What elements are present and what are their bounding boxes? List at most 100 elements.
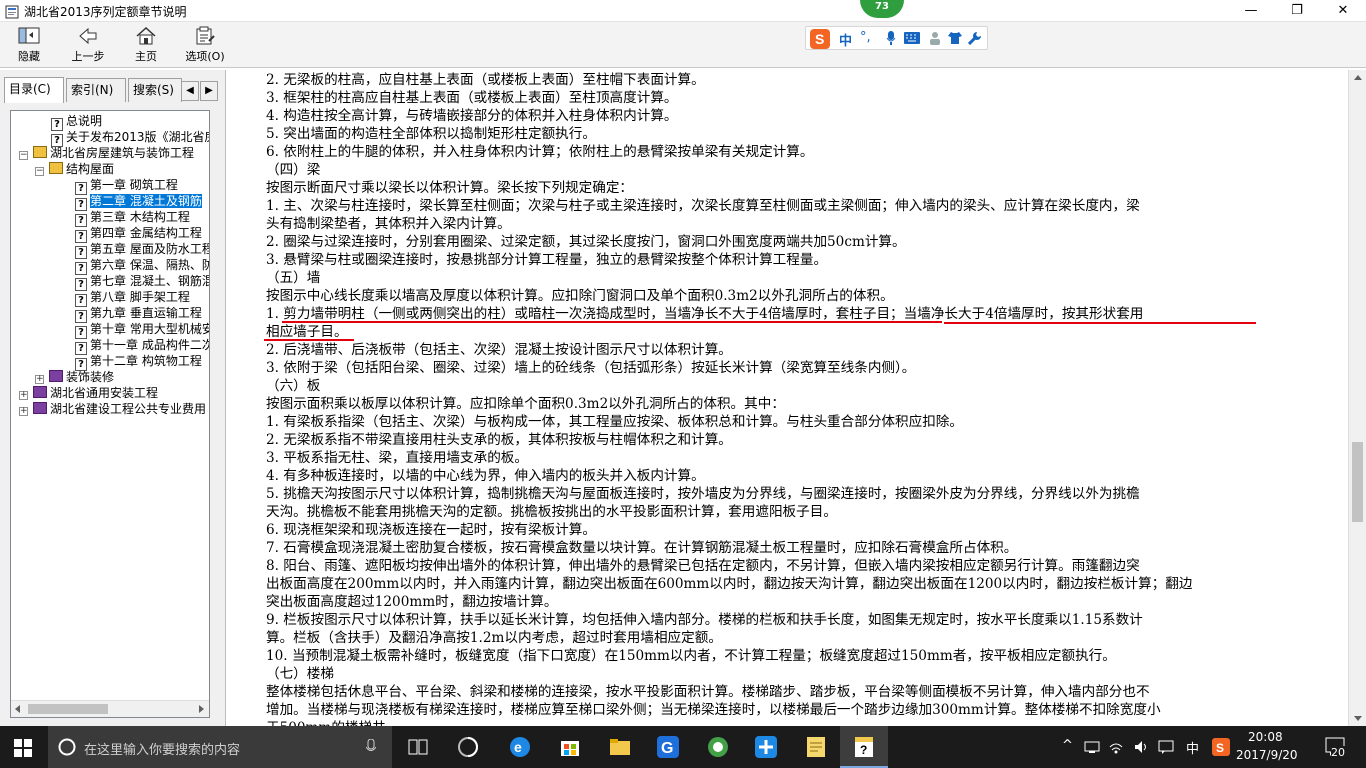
tab-scroll-right-icon[interactable]: ▶ <box>200 81 218 101</box>
tree-item[interactable]: ? 第十一章 成品构件二次 <box>75 337 209 355</box>
taskbar-search-box[interactable]: 在这里输入你要搜索的内容 <box>48 726 392 768</box>
options-icon <box>196 26 215 45</box>
content-line: 天沟。挑檐板不能套用挑檐天沟的定额。挑檐板按挑出的水平投影面积计算，套用遮阳板子… <box>266 504 837 520</box>
tree-item[interactable]: ? 第二章 混凝土及钢筋 <box>75 193 202 211</box>
tree-item[interactable]: + 装饰装修 <box>35 369 114 385</box>
close-button[interactable]: ✕ <box>1320 0 1366 22</box>
network-icon[interactable] <box>1084 740 1100 754</box>
microphone-icon[interactable] <box>886 31 896 45</box>
clock-date[interactable]: 2017/9/20 <box>1236 748 1298 762</box>
content-vertical-scrollbar[interactable] <box>1348 70 1366 726</box>
wrench-icon[interactable] <box>968 31 982 45</box>
scroll-up-icon[interactable] <box>1354 74 1362 82</box>
tree-item[interactable]: − 结构屋面 <box>35 161 114 177</box>
content-line: 2. 无梁板系指不带梁直接用柱头支承的板，其体积按板与柱帽体积之和计算。 <box>266 432 732 448</box>
expand-icon[interactable]: + <box>19 407 28 416</box>
tree-item[interactable]: + 湖北省通用安装工程 <box>19 385 158 401</box>
tree-item-label: 关于发布2013版《湖北省房屋 <box>66 130 209 144</box>
tree-item-label: 总说明 <box>66 114 103 128</box>
notes-app[interactable] <box>792 726 840 768</box>
windows-start-icon[interactable] <box>14 739 32 757</box>
ime-language-toggle[interactable]: 中 <box>839 30 852 49</box>
taskbar: 在这里输入你要搜索的内容 e G ? ^ 中 S 20:08 2017/9/20… <box>0 726 1366 768</box>
tree-item[interactable]: ? 总说明 <box>51 113 103 131</box>
content-line: 4. 有多种板连接时，以墙的中心线为界，伸入墙内的板头并入板内计算。 <box>266 468 705 484</box>
task-view-app[interactable] <box>394 726 442 768</box>
add-tool-app[interactable] <box>742 726 790 768</box>
ime-punctuation-icon[interactable]: °, <box>860 30 871 45</box>
input-language-indicator[interactable]: 中 <box>1186 738 1199 757</box>
tree-item[interactable]: ? 第九章 垂直运输工程 <box>75 305 202 323</box>
tree-item[interactable]: ? 第七章 混凝土、钢筋混 <box>75 273 209 291</box>
tree-item[interactable]: ? 第三章 木结构工程 <box>75 209 190 227</box>
svg-text:e: e <box>514 739 522 755</box>
hide-label: 隐藏 <box>18 50 40 63</box>
store-app[interactable] <box>546 726 594 768</box>
glodon-app[interactable]: G <box>644 726 692 768</box>
home-button[interactable]: 主页 <box>119 24 173 66</box>
microphone-icon[interactable] <box>366 739 376 755</box>
tree-item[interactable]: ? 第四章 金属结构工程 <box>75 225 202 243</box>
tab-contents[interactable]: 目录(C) <box>4 77 64 103</box>
tree-item-label: 第八章 脚手架工程 <box>90 290 190 304</box>
expand-icon[interactable]: + <box>19 391 28 400</box>
minimize-button[interactable]: — <box>1228 0 1274 22</box>
tree-item-label: 湖北省通用安装工程 <box>50 386 159 400</box>
browser-app-2[interactable] <box>694 726 742 768</box>
tray-overflow-icon[interactable]: ^ <box>1062 738 1073 753</box>
content-line: 3. 依附于梁（包括阳台梁、圈梁、过梁）墙上的砼线条（包括弧形条）按延长米计算（… <box>266 360 916 376</box>
content-line: 2. 后浇墙带、后浇板带（包括主、次梁）混凝土按设计图示尺寸以体积计算。 <box>266 342 732 358</box>
scroll-left-icon[interactable] <box>14 705 22 713</box>
content-line: 算。栏板（含扶手）及翻沿净高按1.2m以内考虑，超过时套用墙相应定额。 <box>266 630 722 646</box>
tab-index[interactable]: 索引(N) <box>66 78 126 102</box>
vertical-scroll-thumb[interactable] <box>1352 442 1363 522</box>
content-line: （五）墙 <box>266 270 321 286</box>
tab-search[interactable]: 搜索(S) <box>128 78 182 102</box>
search-placeholder: 在这里输入你要搜索的内容 <box>84 743 241 758</box>
user-icon[interactable] <box>928 31 942 45</box>
tree-item[interactable]: + 湖北省建设工程公共专业费用 <box>19 401 206 417</box>
tree-item[interactable]: ?关于发布2013版《湖北省房屋 <box>51 129 209 147</box>
content-line: 2. 圈梁与过梁连接时，分别套用圈梁、过梁定额，其过梁长度按门，窗洞口外围宽度两… <box>266 234 906 250</box>
browser-app-1[interactable] <box>444 726 492 768</box>
red-annotation-underline <box>944 322 1256 324</box>
help-viewer-app[interactable]: ? <box>840 726 888 768</box>
tree-item[interactable]: ? 第一章 砌筑工程 <box>75 177 178 195</box>
tree-item[interactable]: ? 第六章 保温、隔热、防 <box>75 257 209 275</box>
tree-item[interactable]: ? 第八章 脚手架工程 <box>75 289 190 307</box>
home-icon <box>136 26 156 45</box>
volume-icon[interactable] <box>1134 740 1150 754</box>
tree-item-label: 第十章 常用大型机械安 <box>90 322 210 336</box>
back-button[interactable]: 上一步 <box>61 24 115 66</box>
scroll-right-icon[interactable] <box>197 705 205 713</box>
edge-app[interactable]: e <box>496 726 544 768</box>
window-title: 湖北省2013序列定额章节说明 <box>24 5 187 19</box>
horizontal-scroll-thumb[interactable] <box>28 704 108 714</box>
tree-item[interactable]: − 湖北省房屋建筑与装饰工程 <box>19 145 194 161</box>
scroll-down-icon[interactable] <box>1354 714 1362 722</box>
restore-button[interactable]: ❐ <box>1274 0 1320 22</box>
expand-icon[interactable]: + <box>35 375 44 384</box>
message-icon[interactable] <box>1158 739 1174 755</box>
tree-horizontal-scrollbar[interactable] <box>11 700 209 717</box>
collapse-icon[interactable]: − <box>19 151 28 160</box>
sogou-tray-icon[interactable]: S <box>1212 738 1230 756</box>
clock-time[interactable]: 20:08 <box>1248 730 1283 744</box>
tab-scroll-left-icon[interactable]: ◀ <box>181 81 199 101</box>
collapse-icon[interactable]: − <box>35 167 44 176</box>
tree-item[interactable]: ? 第五章 屋面及防水工程 <box>75 241 209 259</box>
file-explorer-app[interactable] <box>596 726 644 768</box>
contents-tree[interactable]: ?总说明?关于发布2013版《湖北省房屋−湖北省房屋建筑与装饰工程−结构屋面?第… <box>10 110 210 718</box>
ime-toolbar[interactable]: S 中 °, <box>805 26 988 50</box>
content-line: 6. 依附柱上的牛腿的体积，并入柱身体积内计算；依附柱上的悬臂梁按单梁有关规定计… <box>266 144 814 160</box>
topic-content: 2. 无梁板的柱高，应自柱基上表面（或楼板上表面）至柱帽下表面计算。 3. 框架柱… <box>228 70 1348 726</box>
content-line: 头有捣制梁垫者，其体积并入梁内计算。 <box>266 216 511 232</box>
wifi-icon[interactable] <box>1108 739 1124 755</box>
tree-item[interactable]: ? 第十二章 构筑物工程 <box>75 353 202 371</box>
content-line: 按图示面积乘以板厚以体积计算。应扣除单个面积0.3m2以外孔洞所占的体积。其中： <box>266 396 785 412</box>
tree-item[interactable]: ? 第十章 常用大型机械安 <box>75 321 210 339</box>
options-button[interactable]: 选项(O) <box>178 24 232 66</box>
keyboard-icon[interactable] <box>904 32 920 44</box>
hide-button[interactable]: 隐藏 <box>2 24 56 66</box>
skin-shirt-icon[interactable] <box>948 31 962 45</box>
